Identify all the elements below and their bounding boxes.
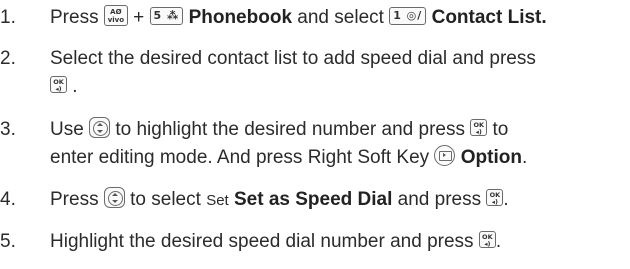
mute-vivo-key-icon: AØ vivo: [103, 5, 128, 27]
right-soft-key-icon: [434, 145, 456, 167]
step-number: 4.: [0, 189, 16, 210]
period: .: [503, 189, 509, 210]
step-text-and-press: and press: [397, 189, 482, 210]
ok-key-icon: OK ◂): [470, 119, 488, 137]
step-text-to-select: to select: [130, 189, 201, 210]
step-text: Highlight the desired speed dial number …: [50, 228, 630, 256]
period: .: [72, 76, 78, 97]
contact-list-menu-label: Contact List.: [431, 7, 547, 28]
step-number: 2.: [0, 48, 16, 69]
step-text-press: Press: [50, 189, 99, 210]
step-number: 1.: [0, 7, 16, 28]
step-text-press: Press: [50, 7, 99, 28]
step-text-line: Select the desired contact list to add s…: [50, 48, 536, 69]
step-text-and-select: and select: [297, 7, 384, 28]
step-text-use: Use: [50, 119, 84, 140]
ok-key-icon: OK ◂): [50, 76, 67, 94]
ok-key-icon: OK ◂): [478, 231, 496, 249]
step-number: 5.: [0, 231, 16, 252]
step-text-middle: to highlight the desired number and pres…: [115, 119, 465, 140]
period: .: [521, 147, 528, 168]
step-text-line: Highlight the desired speed dial number …: [50, 231, 474, 252]
plus-sign: +: [133, 7, 145, 28]
ok-key-icon: OK ◂): [486, 189, 504, 207]
step-text-line2: enter editing mode. And press Right Soft…: [50, 147, 430, 168]
step-text: Press AØ vivo + 5 ⁂ Phonebook and select …: [50, 4, 630, 32]
step-text-to: to: [492, 119, 509, 140]
step-text: Press to select Set Set as Speed Dial an…: [50, 186, 630, 215]
set-as-speed-dial-label: Set as Speed Dial: [233, 189, 393, 210]
phonebook-menu-label: Phonebook: [188, 7, 293, 28]
number-1-key-icon: 1 ◎/: [389, 6, 427, 25]
step-text: Select the desired contact list to add s…: [50, 45, 630, 101]
set-label-small: Set: [206, 192, 229, 209]
period: .: [495, 231, 502, 252]
up-down-navigation-key-icon: [103, 187, 125, 209]
step-text: Use to highlight the desired number and …: [50, 116, 630, 172]
step-number: 3.: [0, 119, 16, 140]
up-down-navigation-key-icon: [89, 117, 111, 139]
number-5-key-icon: 5 ⁂: [149, 6, 184, 25]
option-label: Option: [460, 147, 522, 168]
